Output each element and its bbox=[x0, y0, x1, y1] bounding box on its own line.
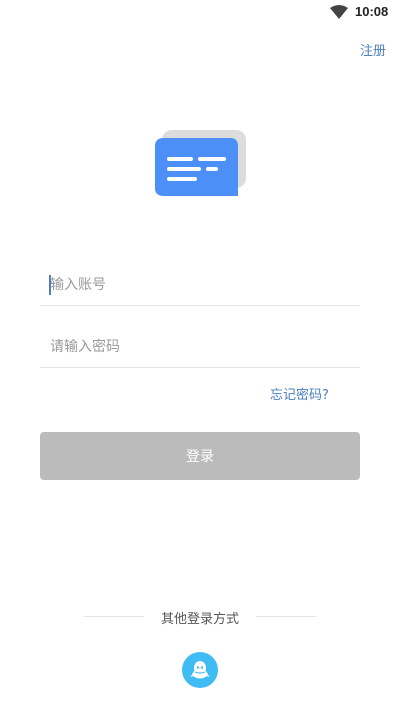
login-screen: 10:08 注册 忘记密码? 登录 其他登录方式 bbox=[0, 0, 400, 711]
password-input[interactable] bbox=[40, 326, 360, 367]
login-button[interactable]: 登录 bbox=[40, 432, 360, 480]
qq-icon bbox=[190, 661, 210, 679]
status-bar: 10:08 bbox=[0, 0, 400, 26]
chat-card-logo-icon bbox=[155, 130, 246, 196]
qq-login-button[interactable] bbox=[182, 652, 218, 688]
text-caret bbox=[49, 275, 51, 295]
register-link[interactable]: 注册 bbox=[360, 40, 386, 59]
account-input[interactable] bbox=[40, 264, 360, 305]
password-field[interactable] bbox=[40, 326, 360, 368]
status-time: 10:08 bbox=[355, 4, 389, 19]
account-field[interactable] bbox=[40, 264, 360, 306]
forgot-password-link[interactable]: 忘记密码? bbox=[270, 384, 329, 403]
wifi-icon bbox=[330, 5, 348, 19]
other-login-title: 其他登录方式 bbox=[160, 612, 239, 627]
divider-right bbox=[256, 616, 316, 617]
